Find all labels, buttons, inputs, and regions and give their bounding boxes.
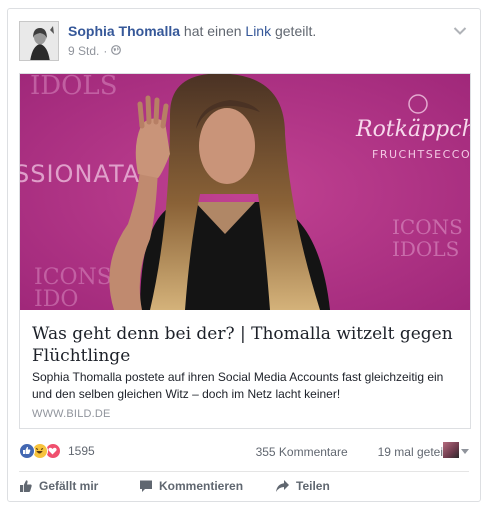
comment-icon [140,480,152,492]
post-stats: 1595 355 Kommentare 19 mal geteilt [19,440,469,462]
post-actions: Gefällt mir Kommentieren Teilen [19,475,469,497]
backdrop-brand-left: SSIONATA [20,160,140,188]
globe-icon[interactable] [111,44,122,58]
share-count[interactable]: 19 mal geteilt [378,445,449,459]
actions-divider [19,471,469,472]
avatar-portrait [20,22,58,60]
post-author-line: Sophia Thomalla hat einen Link geteilt. [68,23,316,39]
comment-button[interactable]: Kommentieren [139,475,275,497]
action-prefix: hat einen [183,23,242,39]
author-name[interactable]: Sophia Thomalla [68,23,180,39]
action-suffix: geteilt. [274,23,317,39]
backdrop-brand-right: Rotkäppchen [355,117,470,142]
backdrop-idols-left: IDO [34,287,78,310]
red-carpet-photo: IDOLS SSIONATA ICONS IDO Rotkäppchen FRU… [20,74,470,310]
post-meta: 9 Std. · [68,44,122,58]
backdrop-idols-top-left: IDOLS [30,74,118,101]
reactions-summary[interactable]: 1595 [19,443,95,459]
post-card: Sophia Thomalla hat einen Link geteilt. … [7,8,481,502]
reaction-count[interactable]: 1595 [68,444,95,458]
viewer-avatar[interactable] [443,442,459,458]
comment-button-label: Kommentieren [159,479,244,493]
like-button[interactable]: Gefällt mir [19,475,139,497]
meta-separator: · [103,44,108,58]
link-preview-image[interactable]: IDOLS SSIONATA ICONS IDO Rotkäppchen FRU… [20,74,470,310]
comment-count[interactable]: 355 Kommentare [256,445,348,459]
caret-down-icon[interactable] [461,449,469,454]
link-title[interactable]: Was geht denn bei der? | Thomalla witzel… [32,323,462,367]
like-button-label: Gefällt mir [39,479,99,493]
backdrop-icons-right: ICONS [392,215,463,239]
backdrop-idols-right: IDOLS [392,237,459,261]
thumbs-up-icon [20,480,32,492]
backdrop-brand-sub: FRUCHTSECCO [372,148,470,161]
like-reaction-icon [19,443,35,459]
link-domain: WWW.BILD.DE [32,408,111,420]
author-avatar[interactable] [19,21,59,61]
share-arrow-icon [276,480,289,492]
chevron-down-icon[interactable] [453,26,467,36]
engagement-counts: 355 Kommentare 19 mal geteilt [256,445,449,459]
share-button-label: Teilen [296,479,330,493]
post-header: Sophia Thomalla hat einen Link geteilt. … [19,20,469,64]
shared-link-word[interactable]: Link [245,23,271,39]
post-timestamp[interactable]: 9 Std. [68,44,99,58]
link-preview[interactable]: IDOLS SSIONATA ICONS IDO Rotkäppchen FRU… [19,73,471,429]
link-description: Sophia Thomalla postete auf ihren Social… [32,370,444,401]
share-button[interactable]: Teilen [275,475,330,497]
